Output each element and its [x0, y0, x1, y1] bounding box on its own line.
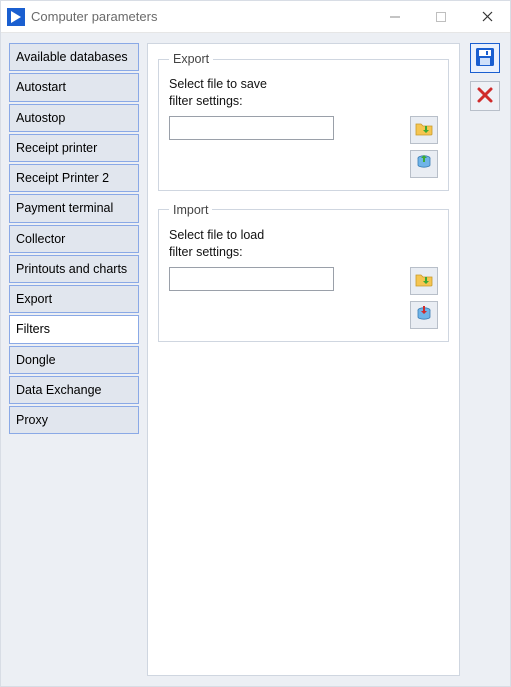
tab-proxy[interactable]: Proxy	[9, 406, 139, 434]
tab-payment-terminal[interactable]: Payment terminal	[9, 194, 139, 222]
tab-receipt-printer[interactable]: Receipt printer	[9, 134, 139, 162]
close-button[interactable]	[464, 1, 510, 33]
import-help: Select file to load filter settings:	[169, 227, 438, 261]
main-panel: Export Select file to save filter settin…	[147, 43, 460, 676]
tab-label: Collector	[16, 232, 65, 246]
tab-label: Receipt Printer 2	[16, 171, 109, 185]
db-export-icon	[415, 153, 433, 174]
window-title: Computer parameters	[31, 9, 157, 24]
tab-data-exchange[interactable]: Data Exchange	[9, 376, 139, 404]
tab-export[interactable]: Export	[9, 285, 139, 313]
export-help: Select file to save filter settings:	[169, 76, 438, 110]
minimize-button[interactable]	[372, 1, 418, 33]
tab-label: Available databases	[16, 50, 128, 64]
import-apply-button[interactable]	[410, 301, 438, 329]
tab-filters[interactable]: Filters	[9, 315, 139, 343]
cancel-button[interactable]	[470, 81, 500, 111]
tab-autostop[interactable]: Autostop	[9, 104, 139, 132]
export-legend: Export	[169, 52, 213, 66]
folder-arrow-icon	[415, 271, 433, 290]
tab-label: Payment terminal	[16, 201, 113, 215]
tab-label: Autostart	[16, 80, 66, 94]
export-path-input[interactable]	[169, 116, 334, 140]
tab-collector[interactable]: Collector	[9, 225, 139, 253]
tab-printouts-and-charts[interactable]: Printouts and charts	[9, 255, 139, 283]
cancel-x-icon	[476, 86, 494, 107]
tab-label: Proxy	[16, 413, 48, 427]
tab-label: Autostop	[16, 111, 65, 125]
action-bar	[468, 43, 502, 676]
tab-label: Data Exchange	[16, 383, 101, 397]
export-group: Export Select file to save filter settin…	[158, 52, 449, 191]
db-import-icon	[415, 304, 433, 325]
maximize-button[interactable]	[418, 1, 464, 33]
export-apply-button[interactable]	[410, 150, 438, 178]
tab-receipt-printer-2[interactable]: Receipt Printer 2	[9, 164, 139, 192]
floppy-icon	[475, 47, 495, 70]
folder-arrow-icon	[415, 120, 433, 139]
export-browse-button[interactable]	[410, 116, 438, 144]
app-icon	[7, 8, 25, 26]
content-area: Available databases Autostart Autostop R…	[1, 33, 510, 686]
tab-available-databases[interactable]: Available databases	[9, 43, 139, 71]
import-group: Import Select file to load filter settin…	[158, 203, 449, 342]
save-button[interactable]	[470, 43, 500, 73]
tab-autostart[interactable]: Autostart	[9, 73, 139, 101]
import-path-input[interactable]	[169, 267, 334, 291]
tab-dongle[interactable]: Dongle	[9, 346, 139, 374]
import-browse-button[interactable]	[410, 267, 438, 295]
tab-label: Export	[16, 292, 52, 306]
tab-label: Printouts and charts	[16, 262, 127, 276]
import-legend: Import	[169, 203, 212, 217]
sidebar: Available databases Autostart Autostop R…	[9, 43, 139, 676]
tab-label: Filters	[16, 322, 50, 336]
titlebar: Computer parameters	[1, 1, 510, 33]
tab-label: Receipt printer	[16, 141, 97, 155]
tab-label: Dongle	[16, 353, 56, 367]
